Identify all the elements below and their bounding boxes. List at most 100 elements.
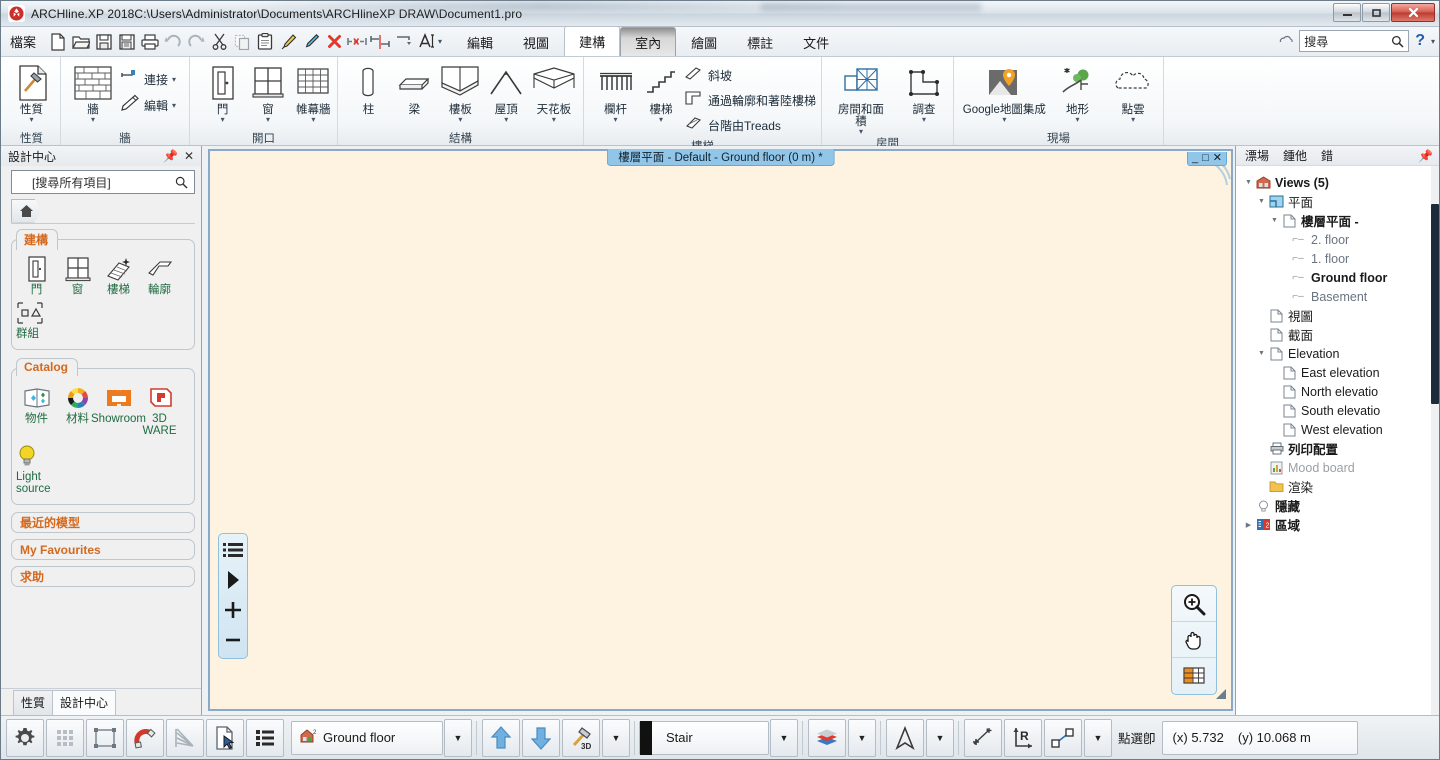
help-button[interactable]: ? [1414, 32, 1426, 50]
door-dropdown-icon[interactable]: ▾ [221, 116, 225, 123]
text-style-icon[interactable] [415, 30, 437, 54]
ceiling-dropdown-icon[interactable]: ▾ [552, 116, 556, 123]
search-input[interactable]: 搜尋 [1299, 30, 1409, 52]
tab-drawing[interactable]: 繪圖 [676, 27, 732, 56]
tree-item-hidden[interactable]: 隱藏 [1236, 496, 1439, 515]
window-button[interactable]: 窗 ▾ [249, 61, 286, 123]
wall-button[interactable]: 牆 ▾ [66, 61, 120, 123]
zoom-magnifier-icon[interactable] [1172, 586, 1216, 622]
tree-item-floor-1[interactable]: ⌐‒ 1. floor [1236, 249, 1439, 268]
settings-gear-button[interactable] [6, 719, 44, 757]
line-tool-dropdown[interactable]: ▼ [1084, 719, 1112, 757]
cloud-icon[interactable] [1279, 32, 1294, 50]
floor-up-button[interactable] [482, 719, 520, 757]
rp-tab-drafting[interactable]: 漂場 [1245, 147, 1269, 164]
layout-grid-icon[interactable] [1172, 658, 1216, 694]
snap-magnet-button[interactable] [126, 719, 164, 757]
point-cloud-button[interactable]: 點雲 ▾ [1108, 61, 1158, 123]
tree-item-print-layout[interactable]: 列印配置 [1236, 439, 1439, 458]
build-3d-button[interactable]: 3D [562, 719, 600, 757]
close-button[interactable] [1391, 3, 1435, 22]
railing-button[interactable]: 欄杆 ▾ [590, 61, 641, 123]
stair-by-contour-button[interactable]: 通過輪廓和著陸樓梯 [681, 88, 816, 113]
stair-by-treads-button[interactable]: 台階由Treads [681, 113, 816, 138]
roof-dropdown-icon[interactable]: ▾ [504, 116, 508, 123]
line-tool-button[interactable] [1044, 719, 1082, 757]
pan-hand-icon[interactable] [1172, 622, 1216, 658]
layer-selector[interactable]: Stair [639, 721, 769, 755]
door-button[interactable]: 門 ▾ [204, 61, 241, 123]
terrain-dropdown-icon[interactable]: ▾ [1075, 116, 1079, 123]
tree-item-floor-2[interactable]: ⌐‒ 2. floor [1236, 230, 1439, 249]
tree-item-south-elevation[interactable]: South elevatio [1236, 401, 1439, 420]
help-caret-icon[interactable]: ▾ [1431, 37, 1435, 46]
chevron-down-icon[interactable]: ▼ [1242, 179, 1255, 186]
document-minimize-button[interactable]: _ [1192, 153, 1198, 163]
roof-button[interactable]: 屋頂 ▾ [484, 61, 529, 123]
chevron-down-icon[interactable]: ▼ [1268, 217, 1281, 224]
materials-dropdown[interactable]: ▼ [848, 719, 876, 757]
wall-dropdown-icon[interactable]: ▾ [91, 116, 95, 123]
stair-button[interactable]: 樓梯 ▾ [643, 61, 679, 123]
point-cloud-dropdown-icon[interactable]: ▾ [1131, 116, 1135, 123]
save-as-icon[interactable] [116, 30, 138, 54]
pin-icon[interactable]: 📌 [1418, 149, 1433, 163]
wall-edit-button[interactable]: 編輯 ▾ [120, 92, 176, 118]
wall-edit-dropdown-icon[interactable]: ▾ [172, 101, 176, 110]
dc-item-3dware[interactable]: 3D WARE [139, 383, 180, 437]
new-icon[interactable] [47, 30, 69, 54]
document-close-button[interactable]: ✕ [1213, 153, 1222, 163]
survey-button[interactable]: 調查 ▾ [900, 61, 948, 123]
reference-button[interactable]: R [1004, 719, 1042, 757]
select-cursor-button[interactable] [206, 719, 244, 757]
ceiling-button[interactable]: 天花板 ▾ [530, 61, 578, 123]
align-icon[interactable] [369, 30, 391, 54]
pin-icon[interactable]: 📌 [160, 149, 181, 163]
terrain-button[interactable]: 地形 ▾ [1053, 61, 1103, 123]
dc-bar-recent-models[interactable]: 最近的模型 [11, 512, 195, 533]
chevron-right-icon[interactable]: ▶ [1242, 521, 1255, 529]
dc-item-object[interactable]: 物件 [16, 383, 57, 437]
tree-item-zone[interactable]: ▶ 2 區域 [1236, 515, 1439, 534]
layer-selector-dropdown[interactable]: ▼ [770, 719, 798, 757]
design-center-section-catalog-tab[interactable]: Catalog [16, 358, 78, 376]
tree-item-east-elevation[interactable]: East elevation [1236, 363, 1439, 382]
text-style-button[interactable] [886, 719, 924, 757]
design-center-search-input[interactable]: [搜尋所有項目] [11, 170, 195, 194]
wall-connect-dropdown-icon[interactable]: ▾ [172, 75, 176, 84]
google-maps-button[interactable]: Google地圖集成 ▾ [962, 61, 1047, 123]
tree-item-west-elevation[interactable]: West elevation [1236, 420, 1439, 439]
tab-annotation[interactable]: 標註 [732, 27, 788, 56]
tree-item-elevation[interactable]: ▼ Elevation [1236, 344, 1439, 363]
floor-selector[interactable]: 2 Ground floor [291, 721, 443, 755]
chevron-down-icon[interactable]: ▼ [1255, 198, 1268, 205]
properties-button[interactable]: 性質 ▾ [8, 61, 55, 123]
cut-icon[interactable] [208, 30, 230, 54]
railing-dropdown-icon[interactable]: ▾ [614, 116, 618, 123]
materials-button[interactable] [808, 719, 846, 757]
survey-dropdown-icon[interactable]: ▾ [922, 116, 926, 123]
curtain-wall-dropdown-icon[interactable]: ▾ [311, 116, 315, 123]
save-icon[interactable] [93, 30, 115, 54]
ramp-button[interactable]: 斜坡 [681, 63, 816, 88]
google-maps-dropdown-icon[interactable]: ▾ [1002, 116, 1006, 123]
grid-button[interactable] [46, 719, 84, 757]
dc-item-window[interactable]: 窗 [57, 254, 98, 296]
snap-point-button[interactable] [964, 719, 1002, 757]
floor-down-button[interactable] [522, 719, 560, 757]
tree-item-plan[interactable]: ▼ 平面 [1236, 192, 1439, 211]
rp-tab-other[interactable]: 鍾他 [1283, 147, 1307, 164]
list-menu-icon[interactable] [221, 540, 245, 560]
drawing-canvas[interactable] [210, 151, 1231, 709]
tree-item-basement[interactable]: ⌐‒ Basement [1236, 287, 1439, 306]
tab-interior[interactable]: 室內 [620, 27, 676, 56]
maximize-button[interactable] [1362, 3, 1390, 22]
tree-item-section[interactable]: 截面 [1236, 325, 1439, 344]
dc-bar-my-favourites[interactable]: My Favourites [11, 539, 195, 560]
column-button[interactable]: 柱 [346, 61, 391, 116]
rp-tab-misc[interactable]: 錯 [1321, 147, 1333, 164]
dc-item-stair[interactable]: 樓梯 [98, 254, 139, 296]
floor-selector-dropdown[interactable]: ▼ [444, 719, 472, 757]
minimize-button[interactable] [1333, 3, 1361, 22]
slab-dropdown-icon[interactable]: ▾ [458, 116, 462, 123]
